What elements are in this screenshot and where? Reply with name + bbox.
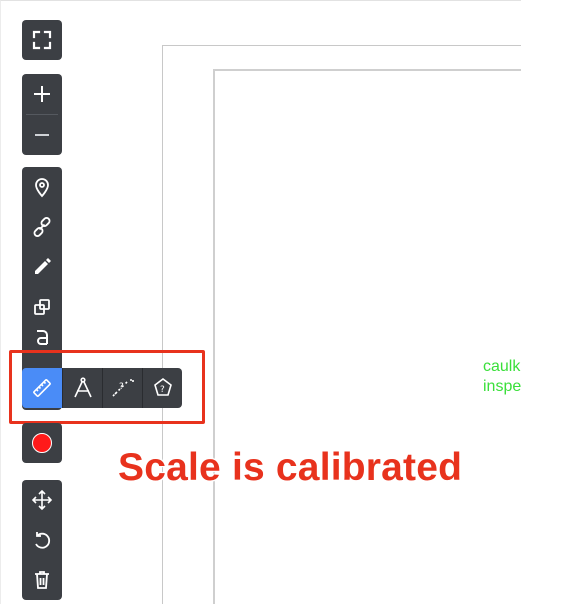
link-icon xyxy=(31,216,53,238)
record-toolbar-group xyxy=(22,423,62,463)
zoom-in-button[interactable] xyxy=(22,74,62,114)
move-button[interactable] xyxy=(22,480,62,520)
trash-icon xyxy=(32,569,52,591)
zoom-in-icon xyxy=(32,84,52,104)
shapes-button[interactable] xyxy=(22,287,62,327)
annotation-highlight-box xyxy=(9,350,205,424)
rotate-icon xyxy=(31,529,53,551)
rotate-button[interactable] xyxy=(22,520,62,560)
zoom-out-button[interactable] xyxy=(22,115,62,155)
view-toolbar-group xyxy=(22,20,62,60)
viewer-margin xyxy=(521,0,572,604)
record-icon xyxy=(32,433,52,453)
document-viewer[interactable]: caulk inspe xyxy=(0,0,521,604)
drawing-title-block xyxy=(213,69,521,604)
edit-toolbar-group xyxy=(22,480,62,600)
fullscreen-button[interactable] xyxy=(22,20,62,60)
pencil-icon xyxy=(31,256,53,278)
location-pin-icon xyxy=(32,176,52,198)
move-icon xyxy=(31,489,53,511)
shapes-icon xyxy=(32,297,52,317)
markup-text-note[interactable]: caulk inspe xyxy=(483,357,521,397)
location-pin-button[interactable] xyxy=(22,167,62,207)
fullscreen-icon xyxy=(31,29,53,51)
zoom-toolbar-group xyxy=(22,74,62,155)
annotation-callout-text: Scale is calibrated xyxy=(118,446,463,489)
record-button[interactable] xyxy=(22,423,62,463)
text-icon xyxy=(32,327,52,347)
zoom-out-icon xyxy=(32,125,52,145)
pencil-button[interactable] xyxy=(22,247,62,287)
link-button[interactable] xyxy=(22,207,62,247)
delete-button[interactable] xyxy=(22,560,62,600)
